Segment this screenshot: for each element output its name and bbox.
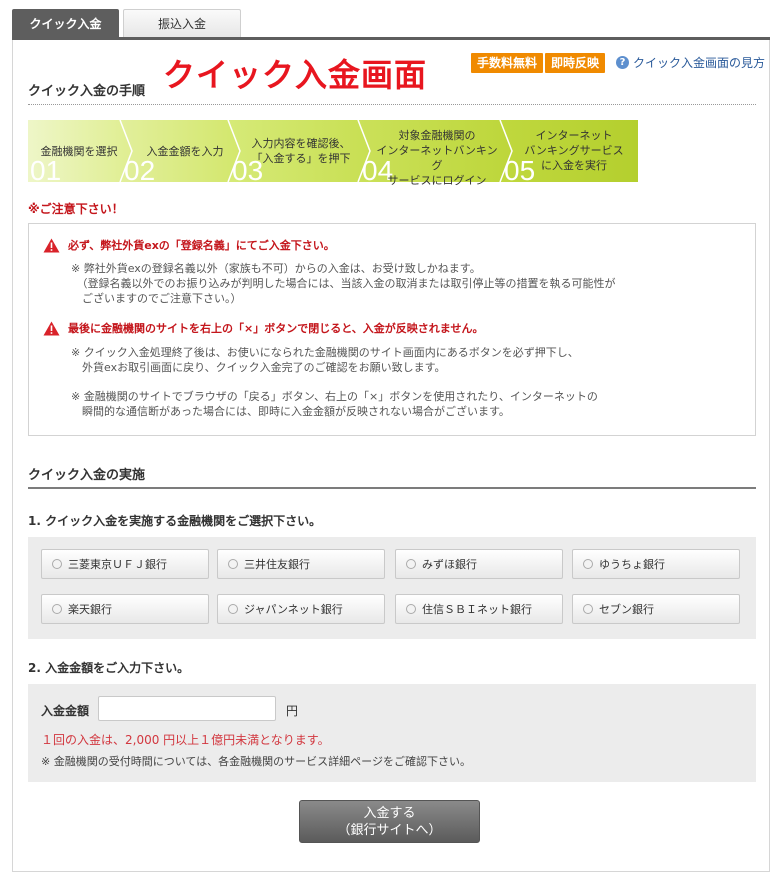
amount-input-title: 2. 入金金額をご入力下さい。: [28, 661, 190, 675]
question-circle-icon: ?: [616, 56, 629, 69]
amount-unit: 円: [286, 704, 299, 718]
bank-option-smbc[interactable]: 三井住友銀行: [217, 549, 385, 579]
caution-box: 必ず、弊社外貨exの「登録名義」にてご入金下さい。 ※ 弊社外貨exの登録名義以…: [28, 223, 756, 436]
submit-label-main: 入金する: [363, 806, 416, 821]
bank-option-mizuho[interactable]: みずほ銀行: [395, 549, 563, 579]
bank-option-rakuten[interactable]: 楽天銀行: [41, 594, 209, 624]
badge-instant: 即時反映: [545, 53, 606, 73]
step-2-number: 02: [124, 155, 156, 186]
warning-1-text: 必ず、弊社外貨exの「登録名義」にてご入金下さい。: [68, 239, 335, 252]
step-4-label: 対象金融機関の インターネットバンキング サービスにログイン: [376, 129, 498, 187]
tab-transfer-deposit[interactable]: 振込入金: [123, 9, 241, 39]
bank-label: 三井住友銀行: [244, 558, 310, 571]
radio-icon: [583, 604, 593, 614]
radio-icon: [406, 604, 416, 614]
note-3: ※ 金融機関のサイトでブラウザの「戻る」ボタン、右上の「×」ボタンを使用されたり…: [71, 390, 598, 418]
execution-section-title: クイック入金の実施: [28, 468, 146, 483]
execution-divider: [28, 487, 756, 489]
radio-icon: [583, 559, 593, 569]
submit-label-sub: （銀行サイトへ）: [337, 823, 442, 838]
step-5-label: インターネット バンキングサービス に入金を実行: [524, 129, 624, 172]
procedure-steps: 01 02 03 04 05 金融機関を選択 入金金額を入力 入力内容を確認後、…: [28, 120, 638, 187]
bank-label: 楽天銀行: [68, 603, 112, 616]
warning-triangle-icon: [43, 238, 60, 252]
radio-icon: [52, 604, 62, 614]
caution-title: ※ご注意下さい！: [28, 202, 124, 216]
bank-label: セブン銀行: [599, 603, 654, 616]
bank-selection-area: 三菱東京ＵＦＪ銀行 三井住友銀行 みずほ銀行 ゆうちょ銀行 楽天銀行 ジャパンネ…: [28, 537, 756, 639]
tab-quick-deposit[interactable]: クイック入金: [12, 9, 119, 39]
note-2: ※ クイック入金処理終了後は、お使いになられた金融機関のサイト画面内にあるボタン…: [71, 346, 579, 374]
warning-2: 最後に金融機関のサイトを右上の「×」ボタンで閉じると、入金が反映されません。: [43, 320, 483, 336]
bank-option-sbi[interactable]: 住信ＳＢＩネット銀行: [395, 594, 563, 624]
bank-option-yucho[interactable]: ゆうちょ銀行: [572, 549, 740, 579]
help-link-label: クイック入金画面の見方: [633, 56, 766, 70]
tab-bar: クイック入金 振込入金: [12, 9, 770, 39]
bank-label: 住信ＳＢＩネット銀行: [422, 603, 532, 616]
step-1-number: 01: [30, 155, 62, 186]
procedure-section-title: クイック入金の手順: [28, 84, 146, 99]
bank-label: ジャパンネット銀行: [244, 603, 343, 616]
amount-label: 入金金額: [41, 704, 90, 718]
header-divider: [28, 104, 756, 105]
badge-no-fee: 手数料無料: [471, 53, 544, 73]
step-1-label: 金融機関を選択: [40, 145, 118, 158]
bank-label: みずほ銀行: [422, 558, 477, 571]
step-2-label: 入金金額を入力: [146, 145, 224, 158]
amount-limit-note: １回の入金は、2,000 円以上１億円未満となります。: [41, 733, 330, 747]
radio-icon: [228, 604, 238, 614]
business-hours-note: ※ 金融機関の受付時間については、各金融機関のサービス詳細ページをご確認下さい。: [41, 755, 471, 768]
note-1: ※ 弊社外貨exの登録名義以外（家族も不可）からの入金は、お受け致しかねます。 …: [71, 262, 616, 305]
bank-label: ゆうちょ銀行: [599, 558, 665, 571]
deposit-submit-button[interactable]: 入金する （銀行サイトへ）: [299, 800, 480, 843]
warning-1: 必ず、弊社外貨exの「登録名義」にてご入金下さい。: [43, 237, 335, 253]
warning-triangle-icon: [43, 321, 60, 335]
bank-option-seven[interactable]: セブン銀行: [572, 594, 740, 624]
amount-input[interactable]: [98, 696, 276, 721]
step-3-label: 入力内容を確認後、 「入金する」を押下: [251, 137, 351, 165]
amount-area: 入金金額 円 １回の入金は、2,000 円以上１億円未満となります。 ※ 金融機…: [28, 684, 756, 782]
bank-label: 三菱東京ＵＦＪ銀行: [68, 558, 167, 571]
help-link[interactable]: ? クイック入金画面の見方: [616, 54, 765, 71]
radio-icon: [52, 559, 62, 569]
warning-2-text: 最後に金融機関のサイトを右上の「×」ボタンで閉じると、入金が反映されません。: [68, 322, 484, 335]
bank-select-title: 1. クイック入金を実施する金融機関をご選択下さい。: [28, 514, 322, 528]
radio-icon: [406, 559, 416, 569]
bank-option-mufg[interactable]: 三菱東京ＵＦＪ銀行: [41, 549, 209, 579]
bank-option-japannet[interactable]: ジャパンネット銀行: [217, 594, 385, 624]
page-title: クイック入金画面: [163, 56, 428, 94]
radio-icon: [228, 559, 238, 569]
